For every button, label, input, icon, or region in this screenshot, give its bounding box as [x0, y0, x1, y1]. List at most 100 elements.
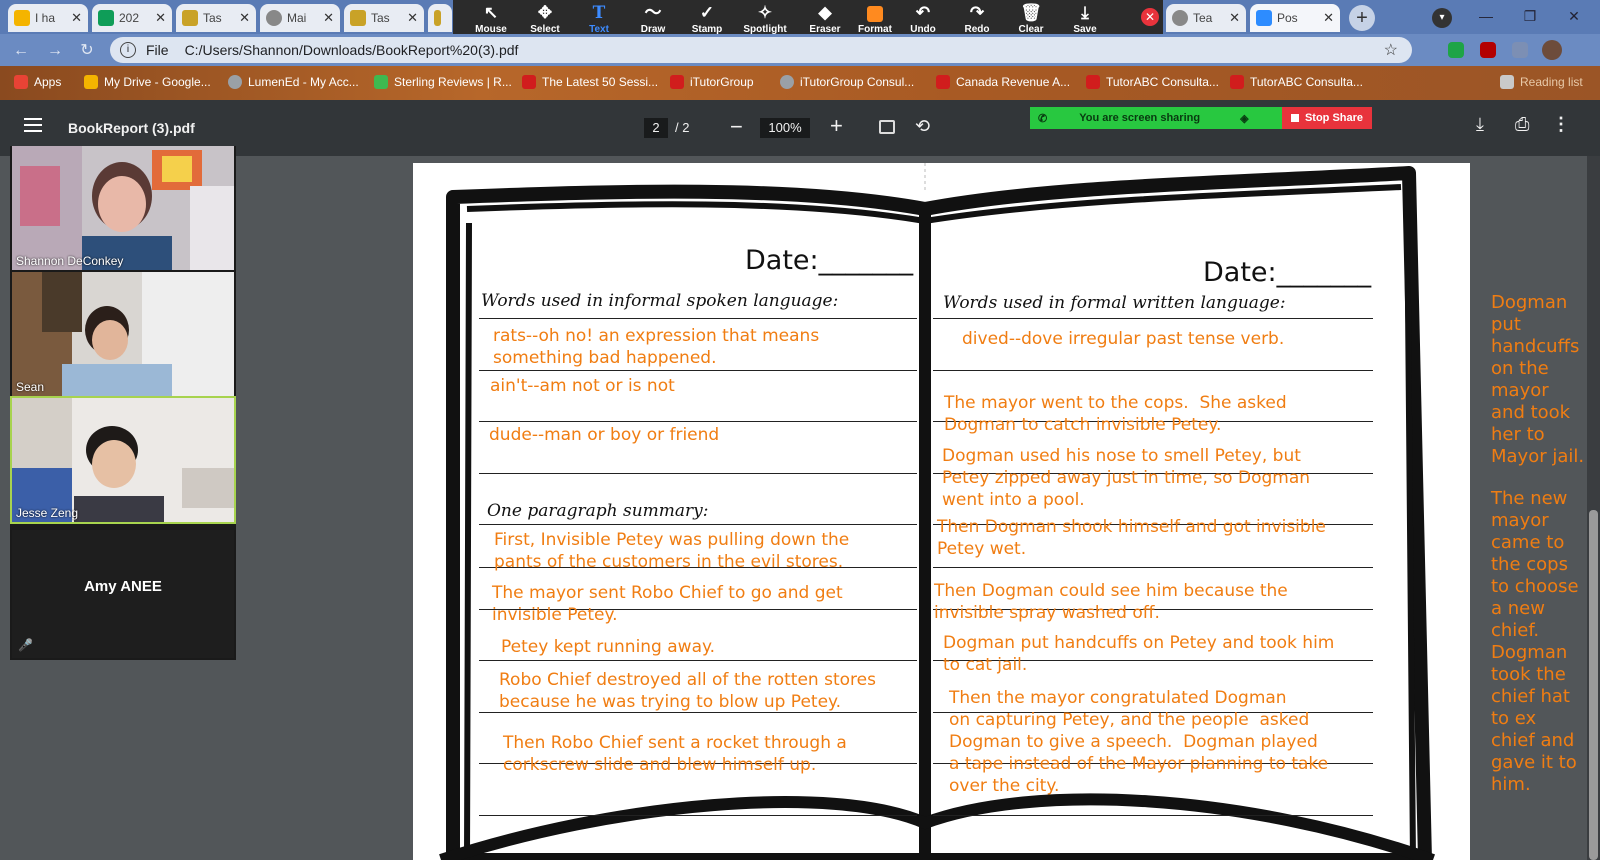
browser-tab[interactable]: Tas ✕ [344, 4, 424, 32]
bookmark-item[interactable]: Canada Revenue A... [936, 75, 1070, 89]
ruled-line [479, 524, 917, 525]
typed-answer[interactable]: First, Invisible Petey was pulling down … [494, 529, 849, 573]
document-title: BookReport (3).pdf [68, 120, 195, 136]
browser-tab[interactable]: Tas ✕ [176, 4, 256, 32]
bookmark-item[interactable]: My Drive - Google... [84, 75, 211, 89]
zoom-level-input[interactable]: 100% [760, 118, 810, 138]
close-tab-icon[interactable]: ✕ [1229, 10, 1240, 26]
bookmark-item[interactable]: LumenEd - My Acc... [228, 75, 359, 89]
tab-favicon-icon [350, 10, 366, 26]
bookmark-star-icon[interactable]: ☆ [1384, 40, 1398, 60]
side-annotation-paragraph[interactable]: The new mayor came to the cops to choose… [1491, 488, 1585, 796]
typed-answer[interactable]: The mayor sent Robo Chief to go and get … [492, 582, 843, 626]
ruled-line [933, 815, 1373, 816]
zoom-in-icon[interactable]: + [830, 113, 843, 139]
page-total: / 2 [675, 120, 690, 135]
right-date-label: Date:_______ [1203, 257, 1372, 288]
typed-answer[interactable]: Then Dogman shook himself and got invisi… [937, 516, 1326, 560]
browser-tab[interactable] [428, 4, 452, 32]
left-heading: Words used in informal spoken language: [481, 291, 839, 311]
summary-heading: One paragraph summary: [487, 501, 709, 521]
typed-answer[interactable]: dude--man or boy or friend [489, 424, 719, 446]
more-options-icon[interactable]: ⋮ [1552, 114, 1570, 135]
close-annotation-icon[interactable]: ✕ [1141, 8, 1159, 26]
bookmark-item[interactable]: The Latest 50 Sessi... [522, 75, 658, 89]
typed-answer[interactable]: rats--oh no! an expression that means so… [493, 325, 819, 369]
extensions-puzzle-icon[interactable] [1512, 42, 1528, 58]
typed-answer[interactable]: ain't--am not or is not [490, 375, 675, 397]
bookmark-item[interactable]: TutorABC Consulta... [1230, 75, 1363, 89]
sharing-status[interactable]: ✆ You are screen sharing ◈ [1030, 107, 1282, 129]
vertical-scrollbar[interactable] [1587, 156, 1600, 860]
browser-tab[interactable]: I ha ✕ [8, 4, 88, 32]
info-icon[interactable]: i [120, 42, 136, 58]
browser-tab[interactable]: Tea ✕ [1166, 4, 1246, 32]
forward-arrow-icon[interactable]: → [44, 40, 66, 62]
participant-video[interactable]: Jesse Zeng [10, 396, 236, 524]
participant-video[interactable]: Sean [12, 272, 234, 396]
phone-icon: ✆ [1038, 112, 1048, 125]
typed-answer[interactable]: Robo Chief destroyed all of the rotten s… [499, 669, 876, 713]
download-icon[interactable]: ⤓ [1476, 114, 1484, 135]
close-tab-icon[interactable]: ✕ [1323, 10, 1334, 26]
fit-page-icon[interactable] [879, 120, 895, 134]
page-number-input[interactable]: 2 [644, 118, 668, 138]
side-annotation-paragraph[interactable]: Dogman put handcuffs on the mayor and to… [1491, 292, 1585, 468]
ruled-line [479, 660, 917, 661]
typed-answer[interactable]: Dogman put handcuffs on Petey and took h… [943, 632, 1334, 676]
side-annotation[interactable]: Dogman put handcuffs on the mayor and to… [1491, 292, 1585, 816]
new-tab-button[interactable]: + [1349, 5, 1375, 31]
typed-answer[interactable]: Dogman used his nose to smell Petey, but… [942, 445, 1310, 511]
participant-tile[interactable]: Amy ANEE 🎤 [12, 530, 234, 658]
zoom-out-icon[interactable]: − [730, 114, 743, 140]
typed-answer[interactable]: Then Robo Chief sent a rocket through a … [503, 732, 847, 776]
profile-avatar[interactable] [1542, 40, 1562, 60]
browser-tab[interactable]: Mai ✕ [260, 4, 340, 32]
ruled-line [479, 815, 917, 816]
close-tab-icon[interactable]: ✕ [239, 10, 250, 26]
bookmark-item[interactable]: Apps [14, 75, 61, 89]
tab-favicon-icon [1172, 10, 1188, 26]
participant-video[interactable]: Shannon DeConkey [12, 146, 234, 270]
maple-leaf-icon [936, 75, 950, 89]
restore-icon[interactable]: ❐ [1508, 4, 1552, 28]
select-move-icon: ✥ [537, 3, 553, 22]
ruled-line [479, 473, 917, 474]
address-bar[interactable]: i File C:/Users/Shannon/Downloads/BookRe… [110, 37, 1412, 63]
print-icon[interactable]: ⎙ [1515, 114, 1529, 135]
url-text[interactable]: C:/Users/Shannon/Downloads/BookReport%20… [185, 42, 519, 58]
reload-icon[interactable]: ↻ [76, 40, 98, 62]
bookmark-item[interactable]: Sterling Reviews | R... [374, 75, 512, 89]
typed-answer[interactable]: Then Dogman could see him because the in… [934, 580, 1288, 624]
minimize-icon[interactable]: — [1464, 4, 1508, 28]
shield-icon: ◈ [1240, 112, 1249, 125]
scrollbar-thumb[interactable] [1589, 510, 1598, 860]
typed-answer[interactable]: The mayor went to the cops. She asked Do… [944, 392, 1287, 436]
bookmark-item[interactable]: iTutorGroup [670, 75, 754, 89]
tab-favicon-icon [98, 10, 114, 26]
video-feed-shannon [12, 146, 234, 270]
participant-panel: Shannon DeConkey Sean Jesse Zeng Amy ANE… [10, 146, 236, 660]
extension-ublock-icon[interactable] [1480, 42, 1496, 58]
typed-answer[interactable]: dived--dove irregular past tense verb. [962, 328, 1284, 350]
reading-list[interactable]: Reading list [1500, 75, 1583, 89]
close-tab-icon[interactable]: ✕ [71, 10, 82, 26]
back-arrow-icon[interactable]: ← [10, 40, 32, 62]
close-tab-icon[interactable]: ✕ [323, 10, 334, 26]
stop-share-button[interactable]: Stop Share [1282, 107, 1372, 129]
bookmark-item[interactable]: iTutorGroup Consul... [780, 75, 914, 89]
url-scheme: File [146, 42, 169, 58]
extension-green-icon[interactable] [1448, 42, 1464, 58]
left-date-label: Date:_______ [745, 245, 914, 276]
close-window-icon[interactable]: ✕ [1552, 4, 1596, 28]
typed-answer[interactable]: Then the mayor congratulated Dogman on c… [949, 687, 1328, 797]
bookmark-item[interactable]: TutorABC Consulta... [1086, 75, 1219, 89]
typed-answer[interactable]: Petey kept running away. [501, 636, 715, 658]
close-tab-icon[interactable]: ✕ [155, 10, 166, 26]
menu-icon[interactable] [24, 118, 42, 132]
rotate-icon[interactable]: ⟲ [915, 116, 930, 137]
browser-tab[interactable]: Pos ✕ [1250, 4, 1340, 32]
tab-search-icon[interactable]: ▾ [1432, 8, 1452, 28]
browser-tab[interactable]: 202 ✕ [92, 4, 172, 32]
close-tab-icon[interactable]: ✕ [407, 10, 418, 26]
